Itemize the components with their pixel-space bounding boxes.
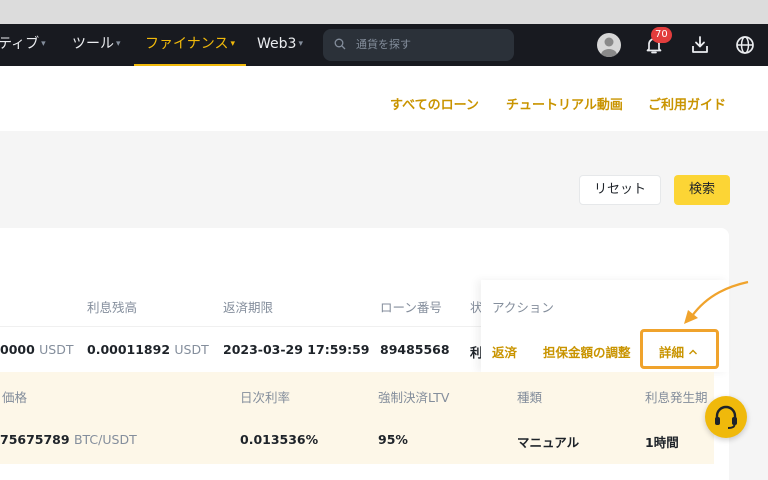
nav-item-derivatives[interactable]: ティブ ▾ <box>0 24 46 66</box>
repay-button[interactable]: 返済 <box>492 342 517 361</box>
expanded-detail-panel <box>0 372 714 464</box>
nav-item-finance[interactable]: ファイナンス ▾ <box>145 24 235 66</box>
browser-top-strip <box>0 0 768 24</box>
nav-item-web3[interactable]: Web3 ▾ <box>257 24 303 66</box>
all-loans-link[interactable]: すべてのローン <box>390 94 479 113</box>
cell-loan-amount: 0000 USDT <box>0 342 74 357</box>
chevron-down-icon: ▾ <box>230 39 235 49</box>
avatar[interactable] <box>597 33 621 57</box>
nav-item-tools[interactable]: ツール ▾ <box>72 24 121 66</box>
nav-item-label: ティブ <box>0 36 40 52</box>
download-icon[interactable] <box>689 34 711 56</box>
detail-header-liquidation-ltv: 強制決済LTV <box>378 390 450 405</box>
headset-icon <box>715 405 737 429</box>
detail-header-type: 種類 <box>517 390 543 405</box>
chevron-down-icon: ▾ <box>116 39 121 49</box>
detail-value-liquidation-ltv: 95% <box>378 432 408 447</box>
chevron-down-icon: ▾ <box>41 39 46 49</box>
notification-badge: 70 <box>651 27 672 43</box>
globe-icon[interactable] <box>734 34 756 56</box>
detail-header-daily-rate: 日次利率 <box>240 390 291 405</box>
column-header-action: アクション <box>492 300 554 315</box>
user-icon <box>601 37 617 57</box>
cell-due-date: 2023-03-29 17:59:59 <box>223 342 370 357</box>
top-navbar: ティブ ▾ ツール ▾ ファイナンス ▾ Web3 ▾ 通貨を探す 70 <box>0 24 768 66</box>
search-icon <box>334 38 346 50</box>
cell-loan-number: 89485568 <box>380 342 450 357</box>
detail-value-daily-rate: 0.013536% <box>240 432 319 447</box>
detail-header-interest-period: 利息発生期 <box>645 390 708 405</box>
chevron-down-icon: ▾ <box>298 39 303 49</box>
search-placeholder: 通貨を探す <box>356 38 411 51</box>
nav-item-label: ツール <box>72 36 114 52</box>
search-button[interactable]: 検索 <box>674 175 730 205</box>
nav-item-label: Web3 <box>257 36 297 52</box>
page-header: すべてのローン チュートリアル動画 ご利用ガイド <box>0 66 768 131</box>
detail-value-type: マニュアル <box>517 435 580 450</box>
detail-value-price: 75675789 BTC/USDT <box>0 432 137 447</box>
cell-interest-balance: 0.00011892 USDT <box>87 342 209 357</box>
search-input[interactable]: 通貨を探す <box>323 29 514 61</box>
column-header-interest-balance: 利息残高 <box>87 300 138 315</box>
detail-value-interest-period: 1時間 <box>645 435 679 450</box>
column-header-loan-number: ローン番号 <box>380 300 442 315</box>
reset-button[interactable]: リセット <box>579 175 661 205</box>
detail-header-price: 価格 <box>2 390 28 405</box>
user-guide-link[interactable]: ご利用ガイド <box>648 94 726 113</box>
support-chat-button[interactable] <box>705 396 747 438</box>
tutorial-video-link[interactable]: チュートリアル動画 <box>506 94 623 113</box>
adjust-collateral-button[interactable]: 担保金額の調整 <box>543 342 631 361</box>
detail-highlight-box <box>640 329 719 369</box>
column-header-due-date: 返済期限 <box>223 300 274 315</box>
nav-item-label: ファイナンス <box>145 36 229 52</box>
annotation-arrow-icon <box>684 280 749 324</box>
